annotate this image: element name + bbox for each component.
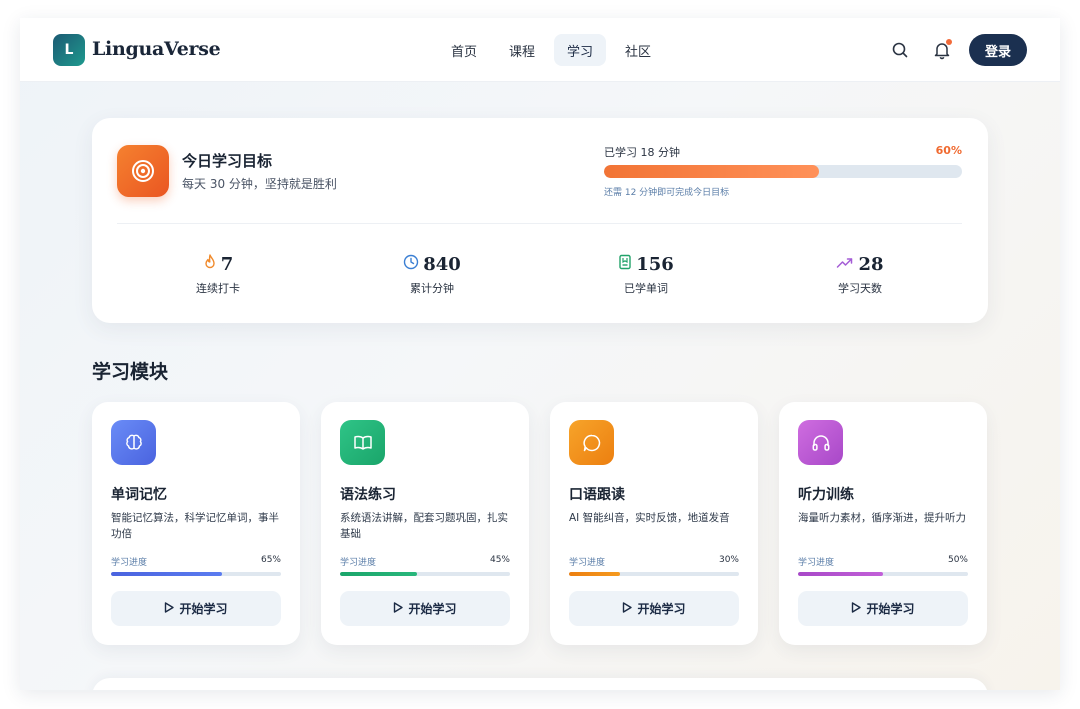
module-title: 口语跟读 bbox=[569, 487, 625, 503]
stat-value: 840 bbox=[423, 253, 461, 275]
goal-learned-text: 已学习 18 分钟 bbox=[604, 146, 680, 159]
target-icon bbox=[117, 145, 169, 197]
module-progress-bar bbox=[569, 572, 739, 576]
play-icon bbox=[393, 601, 404, 616]
module-description: AI 智能纠音，实时反馈，地道发音 bbox=[569, 512, 730, 524]
module-progress-fill bbox=[569, 572, 620, 576]
play-icon bbox=[622, 601, 633, 616]
flame-icon bbox=[203, 254, 217, 274]
stat-label: 已学单词 bbox=[624, 282, 668, 295]
chat-icon bbox=[569, 420, 614, 465]
start-learning-button[interactable]: 开始学习 bbox=[111, 591, 281, 626]
stat-words: 156 已学单词 bbox=[586, 252, 706, 296]
goal-percent: 60% bbox=[935, 144, 962, 157]
stat-value: 156 bbox=[636, 253, 674, 275]
notification-dot bbox=[946, 39, 952, 45]
progress-label: 学习进度 bbox=[111, 558, 148, 568]
start-learning-button[interactable]: 开始学习 bbox=[569, 591, 739, 626]
start-learning-button[interactable]: 开始学习 bbox=[798, 591, 968, 626]
goal-progress-bar bbox=[604, 165, 962, 178]
module-progress-bar bbox=[798, 572, 968, 576]
login-button[interactable]: 登录 bbox=[969, 34, 1027, 66]
button-label: 开始学习 bbox=[179, 602, 228, 616]
module-card-grammar[interactable]: 语法练习 系统语法讲解，配套习题巩固，扎实基础 学习进度 45% 开始学习 bbox=[321, 402, 529, 645]
trending-up-icon bbox=[836, 255, 854, 274]
progress-label: 学习进度 bbox=[340, 558, 377, 568]
progress-value: 45% bbox=[489, 555, 510, 565]
progress-label: 学习进度 bbox=[569, 558, 606, 568]
module-description: 系统语法讲解，配套习题巩固，扎实基础 bbox=[340, 512, 508, 540]
stat-label: 连续打卡 bbox=[196, 282, 240, 295]
play-icon bbox=[851, 601, 862, 616]
main-nav: 首页 课程 学习 社区 bbox=[438, 34, 664, 66]
module-title: 单词记忆 bbox=[111, 487, 167, 503]
top-header: L LinguaVerse 首页 课程 学习 社区 登录 bbox=[20, 18, 1060, 82]
headphones-icon bbox=[798, 420, 843, 465]
button-label: 开始学习 bbox=[637, 602, 686, 616]
module-progress-fill bbox=[798, 572, 883, 576]
start-learning-button[interactable]: 开始学习 bbox=[340, 591, 510, 626]
progress-value: 30% bbox=[718, 555, 739, 565]
goal-progress-fill bbox=[604, 165, 819, 178]
module-title: 语法练习 bbox=[340, 487, 396, 503]
progress-value: 65% bbox=[260, 555, 281, 565]
stat-value: 28 bbox=[858, 253, 884, 275]
next-section-card bbox=[92, 678, 988, 690]
logo-mark[interactable]: L bbox=[53, 34, 85, 66]
stat-streak: 7 连续打卡 bbox=[158, 252, 278, 296]
module-card-vocabulary[interactable]: 单词记忆 智能记忆算法，科学记忆单词，事半功倍 学习进度 65% 开始学习 bbox=[92, 402, 300, 645]
stat-label: 累计分钟 bbox=[410, 282, 454, 295]
nav-item-home[interactable]: 首页 bbox=[438, 34, 490, 66]
module-progress-bar bbox=[340, 572, 510, 576]
module-progress-fill bbox=[111, 572, 222, 576]
stat-value: 7 bbox=[220, 253, 234, 275]
daily-goal-card: 今日学习目标 每天 30 分钟，坚持就是胜利 已学习 18 分钟 60% 还需 … bbox=[92, 118, 988, 323]
module-card-listening[interactable]: 听力训练 海量听力素材，循序渐进，提升听力 学习进度 50% 开始学习 bbox=[779, 402, 987, 645]
stat-label: 学习天数 bbox=[838, 282, 882, 295]
nav-item-community[interactable]: 社区 bbox=[612, 34, 664, 66]
module-progress-fill bbox=[340, 572, 417, 576]
divider bbox=[117, 223, 962, 224]
button-label: 开始学习 bbox=[866, 602, 915, 616]
nav-item-learn[interactable]: 学习 bbox=[554, 34, 607, 66]
progress-value: 50% bbox=[947, 555, 968, 565]
book-icon bbox=[618, 254, 632, 274]
module-description: 海量听力素材，循序渐进，提升听力 bbox=[798, 512, 966, 524]
progress-label: 学习进度 bbox=[798, 558, 835, 568]
button-label: 开始学习 bbox=[408, 602, 457, 616]
module-progress-bar bbox=[111, 572, 281, 576]
brain-icon bbox=[111, 420, 156, 465]
open-book-icon bbox=[340, 420, 385, 465]
nav-item-courses[interactable]: 课程 bbox=[496, 34, 548, 66]
goal-title: 今日学习目标 bbox=[182, 152, 273, 170]
logo-text[interactable]: LinguaVerse bbox=[92, 38, 221, 60]
play-icon bbox=[164, 601, 175, 616]
search-icon[interactable] bbox=[890, 40, 910, 60]
goal-remaining-text: 还需 12 分钟即可完成今日目标 bbox=[604, 188, 730, 198]
module-title: 听力训练 bbox=[798, 487, 854, 503]
clock-icon bbox=[403, 254, 419, 274]
section-title: 学习模块 bbox=[92, 361, 169, 383]
goal-subtitle: 每天 30 分钟，坚持就是胜利 bbox=[182, 177, 337, 191]
stat-total-minutes: 840 累计分钟 bbox=[372, 252, 492, 296]
app-frame: L LinguaVerse 首页 课程 学习 社区 登录 今日学习目标 每天 3… bbox=[20, 18, 1060, 690]
module-description: 智能记忆算法，科学记忆单词，事半功倍 bbox=[111, 512, 279, 540]
module-card-speaking[interactable]: 口语跟读 AI 智能纠音，实时反馈，地道发音 学习进度 30% 开始学习 bbox=[550, 402, 758, 645]
stat-days: 28 学习天数 bbox=[800, 252, 920, 296]
